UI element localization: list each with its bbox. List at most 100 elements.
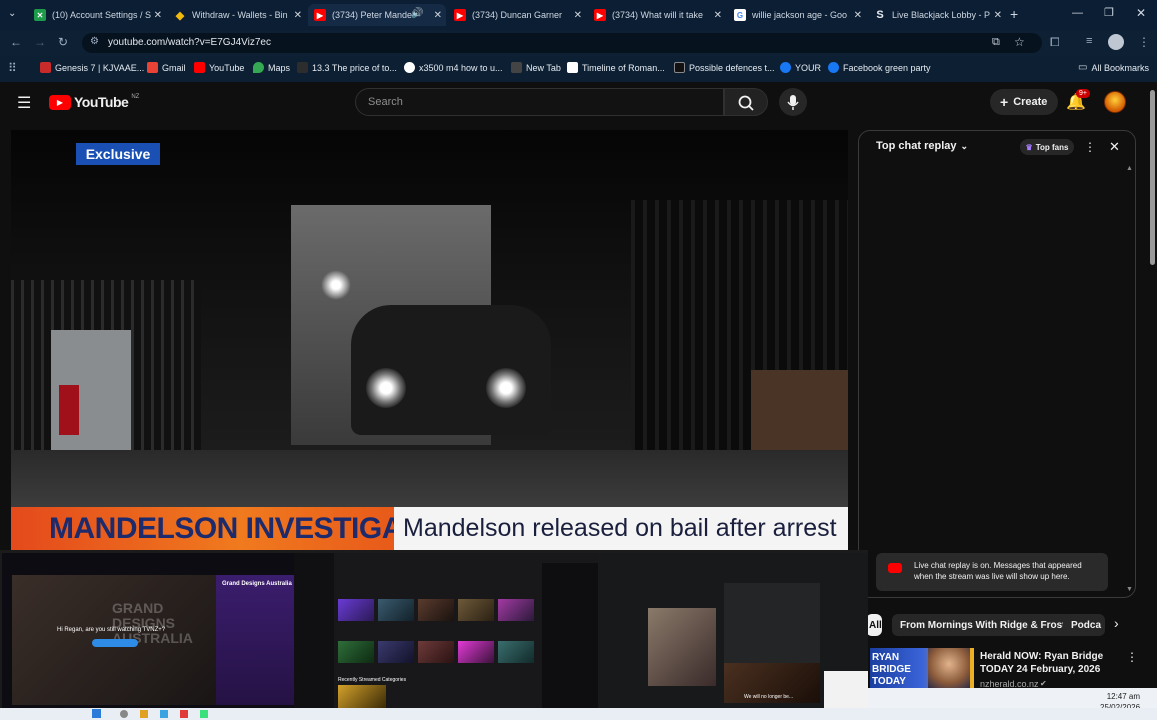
search-input[interactable]: Search [355,88,724,116]
taskbar-app-icon[interactable] [140,710,148,718]
building-light [321,270,351,300]
bookmark-x3500[interactable]: x3500 m4 how to u... [404,62,503,73]
bookmark-maps[interactable]: Maps [253,62,290,73]
media-controls-icon[interactable]: ≡ [1086,35,1092,47]
youtube-icon: ▶ [594,9,606,21]
back-arrow-icon[interactable]: ← [10,35,22,49]
tab-binance-withdraw[interactable]: ◆ Withdraw - Wallets - Bin ✕ [168,4,306,26]
bookmark-new-tab[interactable]: New Tab [511,62,561,73]
video-tile [338,641,374,663]
close-icon[interactable]: ✕ [994,10,1002,21]
taskbar-app-icon[interactable] [180,710,188,718]
extensions-icon[interactable]: ⧠ [1050,35,1060,50]
tab-duncan-garner[interactable]: ▶ (3734) Duncan Garner ✕ [448,4,586,26]
chat-more-icon[interactable]: ⋮ [1084,140,1096,154]
suggestion-thumbnail[interactable]: RYAN BRIDGE TODAY [870,648,974,688]
close-icon[interactable]: ✕ [154,10,162,21]
wikipedia-icon [567,62,578,73]
suggestion-more-icon[interactable]: ⋮ [1126,650,1138,664]
car-headlight-right [486,368,526,408]
tab-search-icon[interactable]: ⌄ [8,8,16,19]
continue-watching-button [92,639,138,647]
fire-hydrant-sign [59,385,79,435]
reload-icon[interactable]: ↻ [58,35,68,49]
audio-playing-icon[interactable]: 🔊 [411,8,423,19]
apps-grid-icon[interactable]: ⠿ [8,61,17,75]
video-tile [498,641,534,663]
create-button[interactable]: + Create [990,89,1058,115]
chevron-right-icon[interactable]: › [1114,615,1119,631]
youtube-icon [194,62,205,73]
bookmark-star-icon[interactable]: ☆ [1014,35,1025,49]
tab-what-will-it-take[interactable]: ▶ (3734) What will it take ✕ [588,4,726,26]
close-icon[interactable]: ✕ [294,10,302,21]
page-scrollbar[interactable] [1150,90,1155,265]
page-icon [511,62,522,73]
top-fans-button[interactable]: ♛ Top fans [1020,139,1074,155]
bookmark-price[interactable]: 13.3 The price of to... [297,62,397,73]
account-avatar[interactable] [1104,91,1126,113]
taskbar-app-icon[interactable] [160,710,168,718]
youtube-logo[interactable]: ▶ YouTube NZ [49,94,139,110]
search-button[interactable] [724,88,768,116]
close-icon[interactable]: ✕ [434,10,442,21]
close-icon[interactable]: ✕ [714,10,722,21]
taskbar-app-icon[interactable] [200,710,208,718]
window-close-button[interactable]: ✕ [1136,6,1146,20]
video-tile [338,599,374,621]
facebook-icon [828,62,839,73]
taskbar-app-icon[interactable] [120,710,128,718]
youtube-icon: ▶ [314,9,326,21]
chip-podcasts[interactable]: Podca [1063,614,1105,636]
tab-peter-mandelson[interactable]: ▶ (3734) Peter Mandel 🔊 ✕ [308,4,446,26]
voice-search-button[interactable] [779,88,807,116]
google-icon [404,62,415,73]
chip-all[interactable]: All [866,614,882,636]
crown-icon: ♛ [1025,142,1033,152]
facebook-icon [780,62,791,73]
kick-sidebar [294,553,334,708]
preview-kick[interactable]: Recently Streamed Categories [294,553,598,708]
bookmark-your[interactable]: YOUR [780,62,821,73]
install-app-icon[interactable]: ⧉ [992,36,1000,49]
tab-account-settings[interactable]: ✕ (10) Account Settings / S ✕ [28,4,166,26]
preview-tvnz[interactable]: Grand Designs Australia GRAND DESIGNS AU… [2,553,294,708]
verified-icon: ✔ [1040,679,1047,688]
close-icon[interactable]: ✕ [574,10,582,21]
bookmark-genesis[interactable]: Genesis 7 | KJVAAE... [40,62,144,73]
profile-icon[interactable] [1108,34,1124,50]
tab-google-search[interactable]: G willie jackson age - Goo ✕ [728,4,866,26]
chip-from-mornings[interactable]: From Mornings With Ridge & Frost [892,614,1074,636]
bookmark-gmail[interactable]: Gmail [147,62,186,73]
new-tab-button[interactable]: + [1010,6,1018,22]
site-info-icon[interactable]: ⚙ [90,36,99,47]
close-icon[interactable]: ✕ [854,10,862,21]
restore-button[interactable]: ❐ [1104,6,1114,19]
bookmarks-bar: ⠿ Genesis 7 | KJVAAE... Gmail YouTube Ma… [0,56,1157,82]
windows-start-icon[interactable] [92,709,101,718]
browser-menu-icon[interactable]: ⋮ [1138,35,1150,49]
bookmark-youtube[interactable]: YouTube [194,62,244,73]
scroll-up-icon[interactable]: ▲ [1126,165,1133,172]
forward-arrow-icon[interactable]: → [34,35,46,49]
x-icon: ✕ [34,9,46,21]
video-tile [498,599,534,621]
video-tile [458,641,494,663]
page-icon [297,62,308,73]
hamburger-menu-icon[interactable]: ☰ [17,93,31,113]
minimize-button[interactable]: — [1072,7,1083,19]
video-tile [378,599,414,621]
suggestion-title[interactable]: Herald NOW: Ryan Bridge TODAY 24 Februar… [980,650,1120,676]
all-bookmarks[interactable]: ▭ All Bookmarks [1078,62,1149,73]
chat-mode-dropdown[interactable]: Top chat replay ⌄ [876,140,968,152]
preview-facebook[interactable]: We will no longer be... [598,553,868,708]
bookmark-facebook-green[interactable]: Facebook green party [828,62,931,73]
tab-blackjack-lobby[interactable]: S Live Blackjack Lobby - P ✕ [868,4,1006,26]
video-player[interactable] [11,130,848,550]
bookmark-timeline[interactable]: Timeline of Roman... [567,62,665,73]
url-field[interactable]: ⚙ youtube.com/watch?v=E7GJ4Viz7ec ⧉ ☆ [82,33,1042,53]
bookmark-defences[interactable]: Possible defences t... [674,62,775,73]
notifications-button[interactable]: 🔔 9+ [1066,89,1090,112]
close-icon[interactable]: ✕ [1109,139,1120,155]
scroll-down-icon[interactable]: ▼ [1126,586,1133,593]
